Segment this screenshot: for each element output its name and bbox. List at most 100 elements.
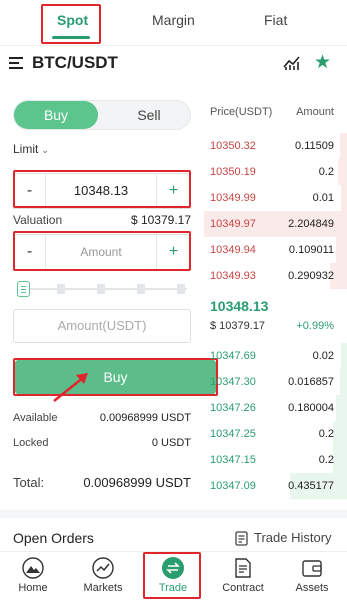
ask-row[interactable]: 10349.93 0.290932 xyxy=(204,263,347,289)
buy-sell-toggle: Buy Sell xyxy=(13,100,191,130)
last-price-valuation: $ 10379.17 xyxy=(210,320,266,332)
ask-row[interactable]: 10349.94 0.109011 xyxy=(204,237,347,263)
bid-row[interactable]: 10347.69 0.02 xyxy=(204,343,347,369)
sell-tab[interactable]: Sell xyxy=(114,101,184,129)
locked-value: 0 USDT xyxy=(151,437,191,449)
ask-price: 10349.93 xyxy=(210,270,256,282)
menu-icon[interactable] xyxy=(9,57,23,69)
ask-amount: 2.204849 xyxy=(288,218,334,230)
valuation-label: Valuation xyxy=(13,213,63,227)
bid-row[interactable]: 10347.25 0.2 xyxy=(204,421,347,447)
ask-price: 10350.32 xyxy=(210,140,256,152)
ask-depth-bar xyxy=(338,159,347,185)
pair-header: BTC/USDT ★ xyxy=(0,52,347,78)
available-label: Available xyxy=(13,412,58,424)
bid-amount: 0.2 xyxy=(318,428,334,440)
orderbook-amount-header: Amount xyxy=(296,106,334,118)
price-minus-button[interactable]: - xyxy=(14,174,46,208)
price-input[interactable]: 10348.13 xyxy=(47,174,155,208)
total-label: Total: xyxy=(13,475,45,490)
nav-contract-label: Contract xyxy=(222,582,264,594)
bid-amount: 0.435177 xyxy=(288,480,334,492)
nav-markets[interactable]: Markets xyxy=(70,557,136,594)
bid-amount: 0.180004 xyxy=(288,402,334,414)
annotation-arrow-icon xyxy=(53,373,88,402)
document-icon[interactable] xyxy=(235,531,248,546)
bid-row[interactable]: 10347.15 0.2 xyxy=(204,447,347,473)
buy-button[interactable]: Buy xyxy=(15,360,216,394)
available-value: 0.00968999 USDT xyxy=(99,412,191,424)
ask-row[interactable]: 10349.97 2.204849 xyxy=(204,211,347,237)
nav-trade-label: Trade xyxy=(158,582,188,594)
orderbook-price-header: Price(USDT) xyxy=(210,106,273,118)
ask-amount: 0.2 xyxy=(318,166,334,178)
price-plus-button[interactable]: + xyxy=(156,174,190,208)
last-price: 10348.13 xyxy=(210,298,269,314)
slider-tick-100[interactable] xyxy=(177,284,185,294)
amount-slider[interactable] xyxy=(17,281,187,297)
ask-depth-bar xyxy=(341,185,347,211)
amount-usdt-input[interactable]: Amount(USDT) xyxy=(13,309,191,343)
ask-amount: 0.11509 xyxy=(295,140,334,152)
locked-row: Locked 0 USDT xyxy=(13,437,191,449)
bid-depth-bar xyxy=(339,369,347,395)
bid-price: 10347.25 xyxy=(210,428,256,440)
amount-input[interactable]: Amount xyxy=(47,235,155,269)
order-type-select[interactable]: Limit ⌄ xyxy=(13,142,49,156)
ask-depth-bar xyxy=(339,133,347,159)
line-chart-icon[interactable] xyxy=(283,55,301,71)
section-divider xyxy=(0,510,347,518)
price-stepper: - 10348.13 + xyxy=(13,173,191,209)
ask-price: 10349.97 xyxy=(210,218,256,230)
ask-amount: 0.109011 xyxy=(288,244,334,256)
bid-price: 10347.69 xyxy=(210,350,256,362)
bid-depth-bar xyxy=(341,343,347,369)
slider-tick-75[interactable] xyxy=(137,284,145,294)
slider-tick-50[interactable] xyxy=(97,284,105,294)
bid-row[interactable]: 10347.30 0.016857 xyxy=(204,369,347,395)
bid-depth-bar xyxy=(335,395,347,421)
nav-contract[interactable]: Contract xyxy=(210,557,276,594)
tab-spot[interactable]: Spot xyxy=(57,12,88,28)
mountain-icon xyxy=(22,557,44,579)
amount-stepper: - Amount + xyxy=(13,234,191,270)
ask-row[interactable]: 10350.32 0.11509 xyxy=(204,133,347,159)
document-icon xyxy=(235,558,251,578)
pair-title[interactable]: BTC/USDT xyxy=(32,53,118,73)
slider-tick-25[interactable] xyxy=(57,284,65,294)
bid-row[interactable]: 10347.09 0.435177 xyxy=(204,473,347,499)
amount-plus-button[interactable]: + xyxy=(156,235,190,269)
nav-markets-label: Markets xyxy=(83,582,123,594)
ask-price: 10349.94 xyxy=(210,244,256,256)
slider-track xyxy=(27,288,187,290)
top-tab-bar: Spot Margin Fiat xyxy=(0,0,347,46)
tab-margin[interactable]: Margin xyxy=(152,12,195,28)
buy-tab[interactable]: Buy xyxy=(14,101,98,129)
bid-row[interactable]: 10347.26 0.180004 xyxy=(204,395,347,421)
available-row: Available 0.00968999 USDT xyxy=(13,412,191,424)
nav-home[interactable]: Home xyxy=(0,557,66,594)
ask-row[interactable]: 10349.99 0.01 xyxy=(204,185,347,211)
nav-trade[interactable]: Trade xyxy=(140,557,206,594)
nav-assets[interactable]: Assets xyxy=(279,557,345,594)
star-icon[interactable]: ★ xyxy=(314,53,331,72)
trade-history-link[interactable]: Trade History xyxy=(254,530,332,545)
ask-amount: 0.290932 xyxy=(288,270,334,282)
ask-row[interactable]: 10350.19 0.2 xyxy=(204,159,347,185)
bid-price: 10347.26 xyxy=(210,402,256,414)
total-value: 0.00968999 USDT xyxy=(83,475,191,490)
bid-depth-bar xyxy=(332,421,347,447)
valuation-row: Valuation $ 10379.17 xyxy=(13,213,191,227)
tab-fiat[interactable]: Fiat xyxy=(264,12,287,28)
wallet-icon xyxy=(302,560,322,577)
slider-handle[interactable] xyxy=(17,281,30,297)
bid-amount: 0.2 xyxy=(318,454,334,466)
order-type-label: Limit xyxy=(13,142,39,156)
valuation-value: $ 10379.17 xyxy=(130,213,191,227)
open-orders-title: Open Orders xyxy=(13,530,94,546)
swap-icon xyxy=(162,557,184,579)
amount-minus-button[interactable]: - xyxy=(14,235,46,269)
ask-price: 10350.19 xyxy=(210,166,256,178)
ask-depth-bar xyxy=(335,237,347,263)
total-row: Total: 0.00968999 USDT xyxy=(13,475,191,490)
